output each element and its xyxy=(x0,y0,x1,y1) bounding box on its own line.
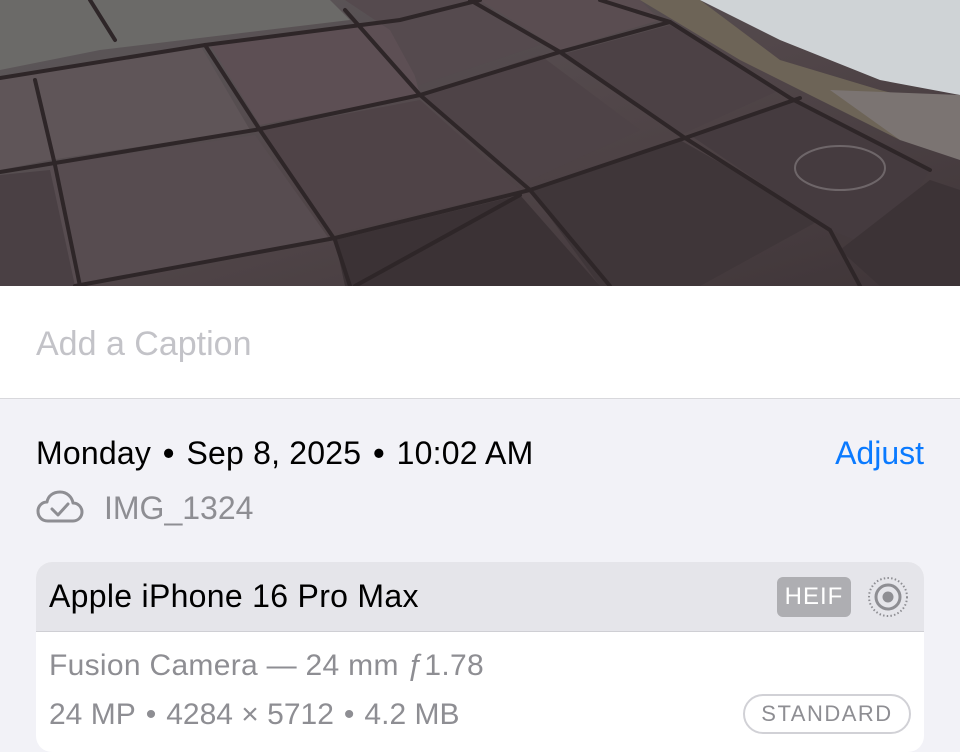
pavement-photo xyxy=(0,0,960,286)
date-label: Sep 8, 2025 xyxy=(186,435,362,471)
file-size: 4.2 MB xyxy=(364,698,460,731)
separator: • xyxy=(343,698,355,731)
caption-input[interactable] xyxy=(36,322,916,366)
separator: • xyxy=(163,435,175,471)
time-label: 10:02 AM xyxy=(396,435,534,471)
file-row: IMG_1324 xyxy=(36,489,436,529)
date-row: Monday • Sep 8, 2025 • 10:02 AM Adjust xyxy=(36,435,924,475)
info-panel: Monday • Sep 8, 2025 • 10:02 AM Adjust IMG_1… xyxy=(0,399,960,752)
megapixels: 24 MP xyxy=(49,698,136,731)
separator: • xyxy=(145,698,157,731)
camera-card-header: Apple iPhone 16 Pro Max HEIF xyxy=(36,562,924,632)
photographic-style-badge: STANDARD xyxy=(743,694,911,734)
image-specs: 24 MP • 4284 × 5712 • 4.2 MB xyxy=(49,698,459,732)
format-badge: HEIF xyxy=(777,577,851,617)
date-time: Monday • Sep 8, 2025 • 10:02 AM xyxy=(36,435,533,472)
caption-section xyxy=(0,286,960,399)
photo-preview[interactable] xyxy=(0,0,960,286)
live-photo-icon[interactable] xyxy=(866,575,910,619)
lens-info: Fusion Camera — 24 mm ƒ1.78 xyxy=(49,649,484,682)
device-name: Apple iPhone 16 Pro Max xyxy=(49,578,419,614)
separator: • xyxy=(373,435,385,471)
camera-info-card: Apple iPhone 16 Pro Max HEIF Fusion Came… xyxy=(36,562,924,752)
adjust-button[interactable]: Adjust xyxy=(835,435,924,472)
day-label: Monday xyxy=(36,435,152,471)
filename: IMG_1324 xyxy=(104,490,254,526)
resolution: 4284 × 5712 xyxy=(166,698,334,731)
cloud-check-icon xyxy=(36,490,84,523)
